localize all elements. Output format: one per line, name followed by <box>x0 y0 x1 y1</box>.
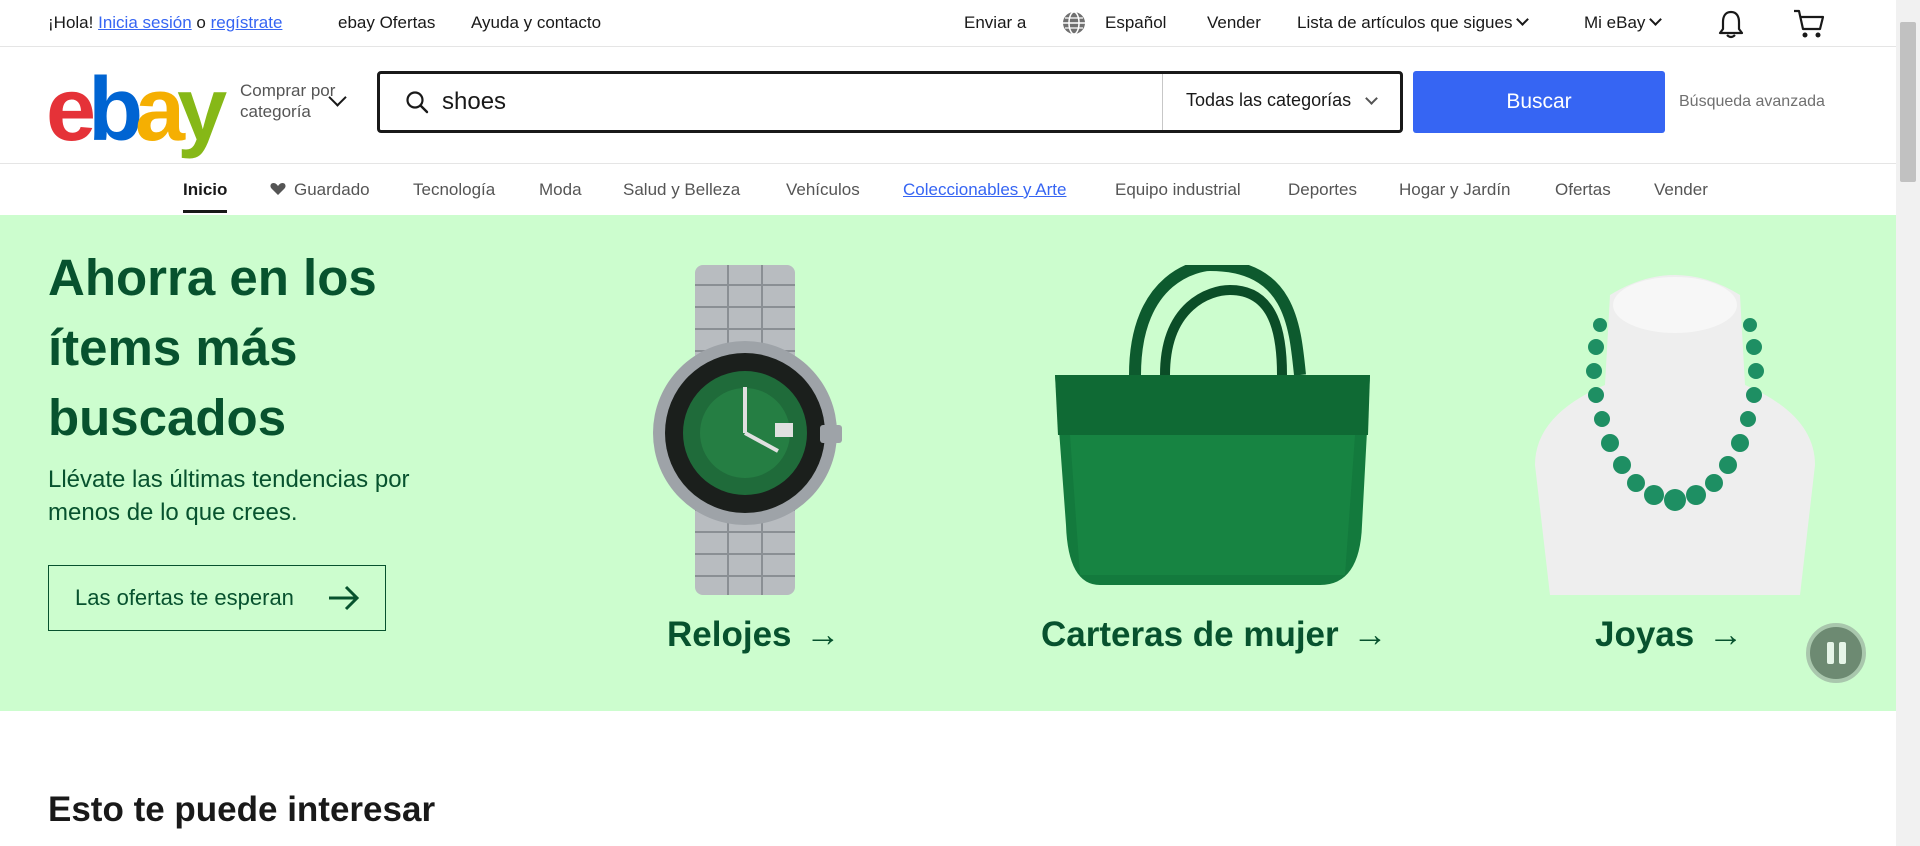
section-title: Esto te puede interesar <box>48 790 436 829</box>
watch-image[interactable] <box>640 265 850 595</box>
greeting-area: ¡Hola! Inicia sesión o regístrate <box>48 13 282 33</box>
chevron-down-icon <box>1516 13 1530 26</box>
heart-icon <box>270 183 286 195</box>
search-button[interactable]: Buscar <box>1413 71 1665 133</box>
logo-letter-a: a <box>135 60 185 160</box>
search-icon <box>406 91 429 114</box>
nav-item-saved[interactable]: Guardado <box>294 180 370 200</box>
register-link[interactable]: regístrate <box>211 13 283 32</box>
category-nav: Inicio Guardado Tecnología Moda Salud y … <box>0 165 1896 215</box>
page-scrollbar[interactable] <box>1896 0 1920 846</box>
carousel-pause-button[interactable] <box>1806 623 1866 683</box>
necklace-image[interactable] <box>1530 265 1820 595</box>
scrollbar-thumb[interactable] <box>1900 22 1916 182</box>
daily-deals-link[interactable]: ebay Ofertas <box>338 13 435 33</box>
nav-item-health-beauty[interactable]: Salud y Belleza <box>623 180 740 200</box>
sell-link[interactable]: Vender <box>1207 13 1261 33</box>
arrow-right-icon <box>329 585 360 611</box>
cart-icon[interactable] <box>1792 8 1826 40</box>
my-ebay-label: Mi eBay <box>1584 13 1646 32</box>
hero-banner: Ahorra en los ítems más buscados Llévate… <box>0 215 1896 711</box>
bell-icon[interactable] <box>1716 8 1746 40</box>
nav-item-deals[interactable]: Ofertas <box>1555 180 1611 200</box>
card-label-text: Relojes <box>667 615 792 654</box>
category-select[interactable]: Todas las categorías <box>1186 90 1351 111</box>
my-ebay-dropdown[interactable]: Mi eBay <box>1584 13 1663 33</box>
main-header: ebay Comprar por categoría Todas las cat… <box>0 47 1896 164</box>
nav-item-sports[interactable]: Deportes <box>1288 180 1357 200</box>
nav-item-electronics[interactable]: Tecnología <box>413 180 495 200</box>
greeting-text: ¡Hola! <box>48 13 94 32</box>
ebay-logo[interactable]: ebay <box>46 60 227 160</box>
shop-by-line2: categoría <box>240 102 311 121</box>
card-label-text: Carteras de mujer <box>1041 615 1339 654</box>
advanced-search-link[interactable]: Búsqueda avanzada <box>1679 93 1825 111</box>
logo-letter-e: e <box>46 60 96 160</box>
help-contact-link[interactable]: Ayuda y contacto <box>471 13 601 33</box>
hero-subtitle: Llévate las últimas tendencias por menos… <box>48 466 410 526</box>
deals-cta-button[interactable]: Las ofertas te esperan <box>48 565 386 631</box>
search-box: Todas las categorías <box>377 71 1403 133</box>
chevron-down-icon <box>1365 92 1378 105</box>
nav-item-collectibles[interactable]: Coleccionables y Arte <box>903 180 1066 200</box>
cta-label: Las ofertas te esperan <box>75 585 294 610</box>
watchlist-label: Lista de artículos que sigues <box>1297 13 1513 32</box>
nav-item-sell[interactable]: Vender <box>1654 180 1708 200</box>
chevron-down-icon <box>1649 13 1663 26</box>
logo-letter-b: b <box>88 60 143 160</box>
card-label-jewelry[interactable]: Joyas → <box>1595 615 1743 655</box>
nav-item-motors[interactable]: Vehículos <box>786 180 860 200</box>
nav-item-home[interactable]: Inicio <box>183 180 228 213</box>
shop-by-category-button[interactable]: Comprar por categoría <box>240 80 335 122</box>
arrow-right-icon: → <box>1708 615 1744 654</box>
or-text: o <box>196 13 206 32</box>
logo-letter-y: y <box>177 60 227 160</box>
card-label-text: Joyas <box>1595 615 1695 654</box>
search-input[interactable] <box>442 84 1122 120</box>
shop-by-line1: Comprar por <box>240 81 336 100</box>
nav-item-industrial[interactable]: Equipo industrial <box>1115 180 1241 200</box>
nav-item-home-garden[interactable]: Hogar y Jardín <box>1399 180 1511 200</box>
language-selector[interactable]: Español <box>1105 13 1166 33</box>
signin-link[interactable]: Inicia sesión <box>98 13 192 32</box>
handbag-image[interactable] <box>1050 265 1376 585</box>
globe-icon[interactable] <box>1061 10 1087 36</box>
nav-item-fashion[interactable]: Moda <box>539 180 582 200</box>
arrow-right-icon: → <box>1352 615 1388 654</box>
hero-title: Ahorra en los ítems más buscados <box>48 249 377 446</box>
watchlist-dropdown[interactable]: Lista de artículos que sigues <box>1297 13 1530 33</box>
card-label-handbags[interactable]: Carteras de mujer → <box>1041 615 1388 655</box>
card-label-watches[interactable]: Relojes → <box>667 615 841 655</box>
arrow-right-icon: → <box>805 615 841 654</box>
top-utility-bar: ¡Hola! Inicia sesión o regístrate ebay O… <box>0 0 1896 47</box>
ship-to-button[interactable]: Enviar a <box>964 13 1026 33</box>
search-divider <box>1162 74 1163 130</box>
